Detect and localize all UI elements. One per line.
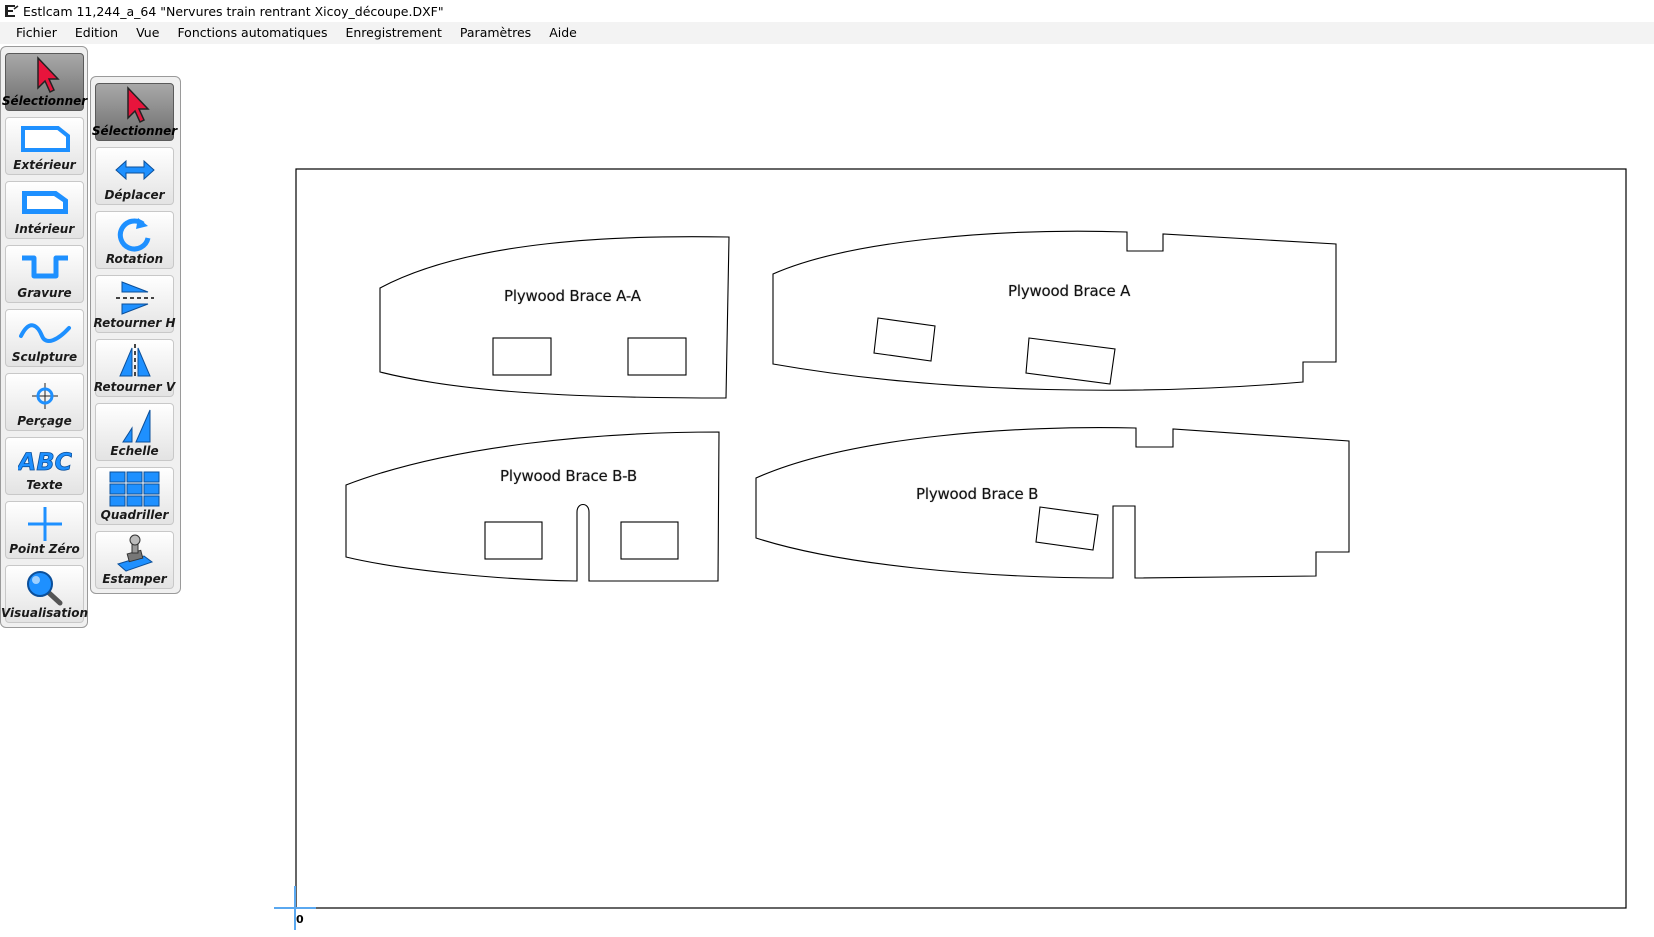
tool-text-button[interactable]: ABC Texte [5,437,84,495]
part-label-a-a: Plywood Brace A-A [504,287,641,305]
tool-drill-button[interactable]: Perçage [5,373,84,431]
tool-carve-button[interactable]: Sculpture [5,309,84,367]
inner-contour-icon [21,191,68,214]
engrave-icon [21,255,68,279]
tool-origin-button[interactable]: Point Zéro [5,501,84,559]
tool-outer-button[interactable]: Extérieur [5,117,84,175]
selection-toolbar: Sélectionner Déplacer Rotation Retourner… [90,76,181,594]
flip-horizontal-icon [115,281,154,315]
tool-label: Déplacer [104,188,165,202]
part-label-b-b: Plywood Brace B-B [500,467,637,485]
svg-text:ABC: ABC [18,448,72,476]
scale-icon [121,409,150,443]
drawing-canvas[interactable]: Plywood Brace A-A Plywood Brace A Plywoo… [0,44,1654,937]
part-plywood-brace-a-a[interactable] [379,236,730,399]
menu-edition[interactable]: Edition [66,22,127,44]
menu-fichier[interactable]: Fichier [0,22,66,44]
tool-label: Gravure [17,286,72,300]
move-button[interactable]: Déplacer [95,147,174,205]
drawing-svg [274,168,1627,930]
part-plywood-brace-b[interactable] [755,426,1350,579]
menu-fonctions-automatiques[interactable]: Fonctions automatiques [168,22,336,44]
tool-preview-button[interactable]: Visualisation [1,565,88,623]
tool-label: Extérieur [13,158,76,172]
tool-label: Rotation [105,252,164,266]
grid-icon [109,471,159,507]
tool-inner-button[interactable]: Intérieur [5,181,84,239]
flip-vertical-icon [118,344,151,379]
origin-point-icon [27,507,62,541]
move-arrows-icon [114,159,155,181]
menu-bar: Fichier Edition Vue Fonctions automatiqu… [0,22,1654,44]
tool-engrave-button[interactable]: Gravure [5,245,84,303]
tool-label: Point Zéro [9,542,80,556]
origin-label: 0 [296,913,304,926]
rotate-icon [117,218,150,252]
carve-icon [18,323,71,344]
cursor-icon [36,56,60,94]
tool-label: Echelle [110,444,159,458]
stamp-button[interactable]: Estamper [95,531,174,589]
sub-select-button[interactable]: Sélectionner [91,83,178,141]
tool-label: Sculpture [11,350,78,364]
menu-parametres[interactable]: Paramètres [451,22,540,44]
tool-label: Sélectionner [1,94,88,108]
tool-label: Retourner H [93,316,176,330]
part-label-b: Plywood Brace B [916,485,1039,503]
magnifier-icon [26,571,62,606]
tool-label: Estamper [102,572,167,586]
drill-icon [31,383,58,409]
grid-button[interactable]: Quadriller [95,467,174,525]
flip-vertical-button[interactable]: Retourner V [93,339,176,397]
main-toolbar: Sélectionner Extérieur Intérieur Gravure… [0,46,88,628]
tool-label: Visualisation [0,606,89,620]
stamp-icon [116,534,153,572]
text-icon: ABC [18,448,72,477]
outer-contour-icon [20,126,70,152]
menu-aide[interactable]: Aide [540,22,586,44]
tool-label: Retourner V [93,380,176,394]
part-plywood-brace-a[interactable] [772,230,1337,391]
tool-label: Sélectionner [91,124,178,138]
rotate-button[interactable]: Rotation [95,211,174,269]
window-title: Estlcam 11,244_a_64 "Nervures train rent… [23,3,444,19]
tool-label: Intérieur [14,222,75,236]
part-plywood-brace-b-b[interactable] [345,431,720,582]
title-bar: Estlcam 11,244_a_64 "Nervures train rent… [0,0,1654,22]
tool-label: Quadriller [100,508,169,522]
menu-enregistrement[interactable]: Enregistrement [336,22,450,44]
origin-marker [274,886,316,930]
stock-boundary [295,168,1627,909]
cursor-icon [126,86,150,124]
tool-select-button[interactable]: Sélectionner [1,53,88,111]
menu-vue[interactable]: Vue [127,22,168,44]
scale-button[interactable]: Echelle [95,403,174,461]
flip-horizontal-button[interactable]: Retourner H [93,275,176,333]
estlcam-logo-icon [5,5,19,17]
tool-label: Texte [26,478,63,492]
tool-label: Perçage [17,414,72,428]
part-label-a: Plywood Brace A [1008,282,1131,300]
